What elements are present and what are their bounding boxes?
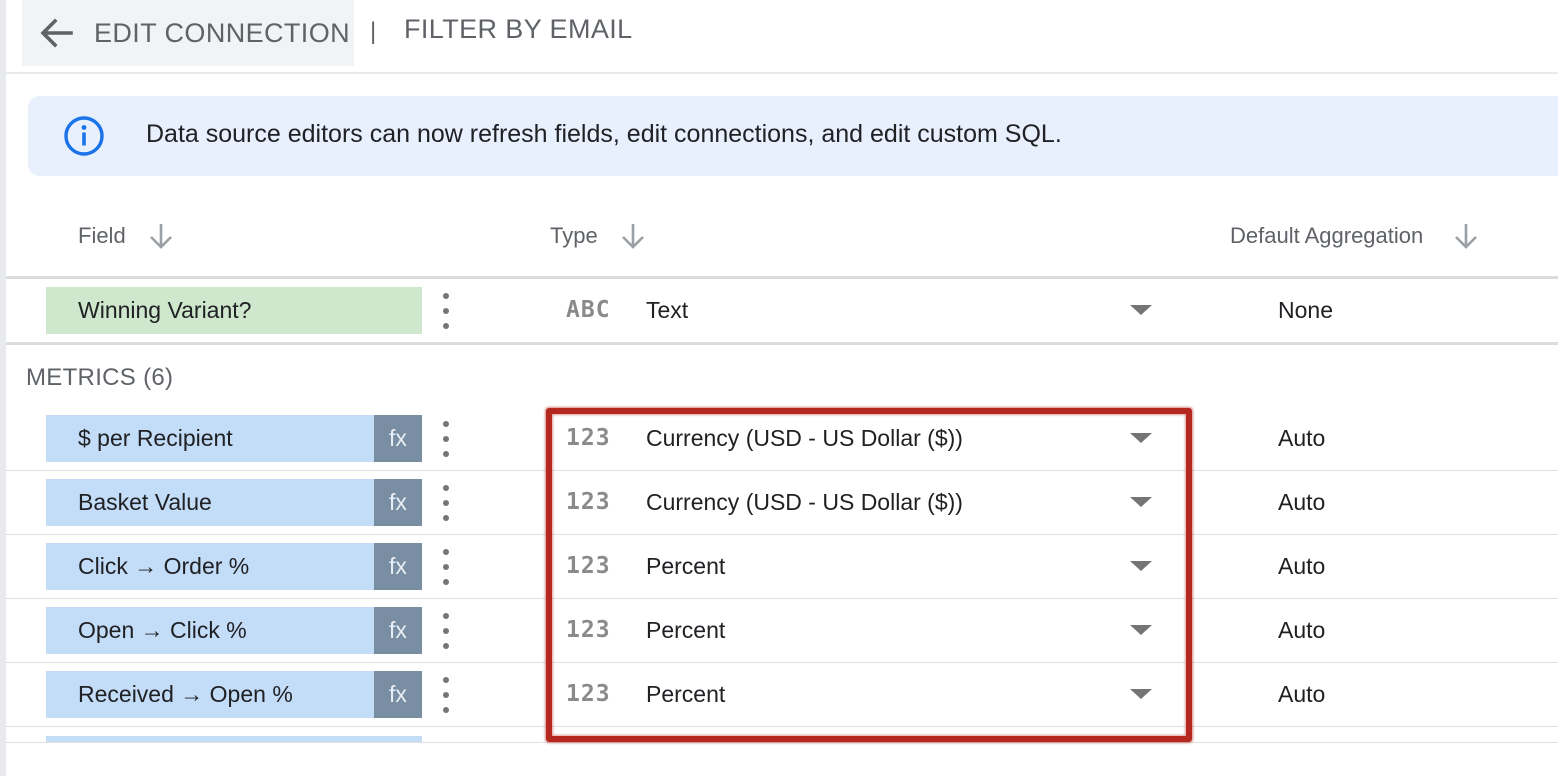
arrow-left-icon[interactable]	[36, 13, 76, 53]
aggregation-value[interactable]: Auto	[1278, 489, 1325, 516]
fx-badge: fx	[374, 479, 422, 526]
more-vert-icon[interactable]	[438, 421, 454, 457]
field-chip-metric[interactable]: Basket Value fx	[46, 479, 422, 526]
aggregation-value[interactable]: Auto	[1278, 681, 1325, 708]
column-header-type[interactable]: Type	[550, 222, 646, 250]
more-vert-icon[interactable]	[438, 485, 454, 521]
more-vert-icon[interactable]	[438, 677, 454, 713]
banner-message: Data source editors can now refresh fiel…	[146, 120, 1062, 148]
field-chip-metric[interactable]: Click → Order % fx	[46, 543, 422, 590]
arrow-down-icon[interactable]	[620, 222, 646, 250]
fx-badge: fx	[374, 671, 422, 718]
edit-connection-label: EDIT CONNECTION	[94, 17, 351, 48]
info-banner: Data source editors can now refresh fiel…	[28, 96, 1558, 176]
row-divider	[6, 742, 1558, 743]
top-toolbar: EDIT CONNECTION | FILTER BY EMAIL	[6, 0, 1558, 74]
highlight-annotation-box	[546, 408, 1192, 742]
filter-by-email-button[interactable]: FILTER BY EMAIL	[404, 14, 633, 45]
field-chip-metric[interactable]: $ per Recipient fx	[46, 415, 422, 462]
edit-connection-button[interactable]: EDIT CONNECTION	[22, 0, 354, 66]
aggregation-value[interactable]: Auto	[1278, 553, 1325, 580]
aggregation-value[interactable]: None	[1278, 297, 1333, 324]
field-chip-dimension[interactable]: Winning Variant?	[46, 287, 422, 334]
column-header-aggregation[interactable]: Default Aggregation	[1230, 222, 1479, 250]
field-chip-metric[interactable]: Received → Open % fx	[46, 671, 422, 718]
section-divider	[6, 342, 1558, 345]
more-vert-icon[interactable]	[438, 613, 454, 649]
fx-badge: fx	[374, 607, 422, 654]
column-header-aggregation-label: Default Aggregation	[1230, 223, 1424, 248]
abc-type-icon: ABC	[566, 297, 611, 323]
field-name: Winning Variant?	[78, 297, 252, 323]
aggregation-value[interactable]: Auto	[1278, 617, 1325, 644]
field-name: $ per Recipient	[78, 425, 233, 451]
type-select[interactable]: Text	[646, 297, 688, 324]
toolbar-separator: |	[370, 18, 377, 45]
fx-badge: fx	[374, 415, 422, 462]
aggregation-value[interactable]: Auto	[1278, 425, 1325, 452]
field-name: Received → Open %	[78, 681, 293, 707]
more-vert-icon[interactable]	[438, 549, 454, 585]
metrics-section-label: METRICS (6)	[26, 364, 174, 391]
fx-badge: fx	[374, 543, 422, 590]
field-chip-metric[interactable]: Open → Click % fx	[46, 607, 422, 654]
field-name: Basket Value	[78, 489, 212, 515]
column-header-field-label: Field	[78, 223, 126, 248]
field-name: Open → Click %	[78, 617, 247, 643]
arrow-down-icon[interactable]	[148, 222, 174, 250]
column-header-field[interactable]: Field	[78, 222, 174, 250]
table-row: Winning Variant? ABC Text None	[6, 279, 1558, 343]
info-circle-icon	[62, 114, 106, 158]
column-header-type-label: Type	[550, 223, 598, 248]
field-name: Click → Order %	[78, 553, 250, 579]
more-vert-icon[interactable]	[438, 293, 454, 329]
arrow-down-icon[interactable]	[1453, 222, 1479, 250]
caret-down-icon[interactable]	[1130, 305, 1152, 315]
